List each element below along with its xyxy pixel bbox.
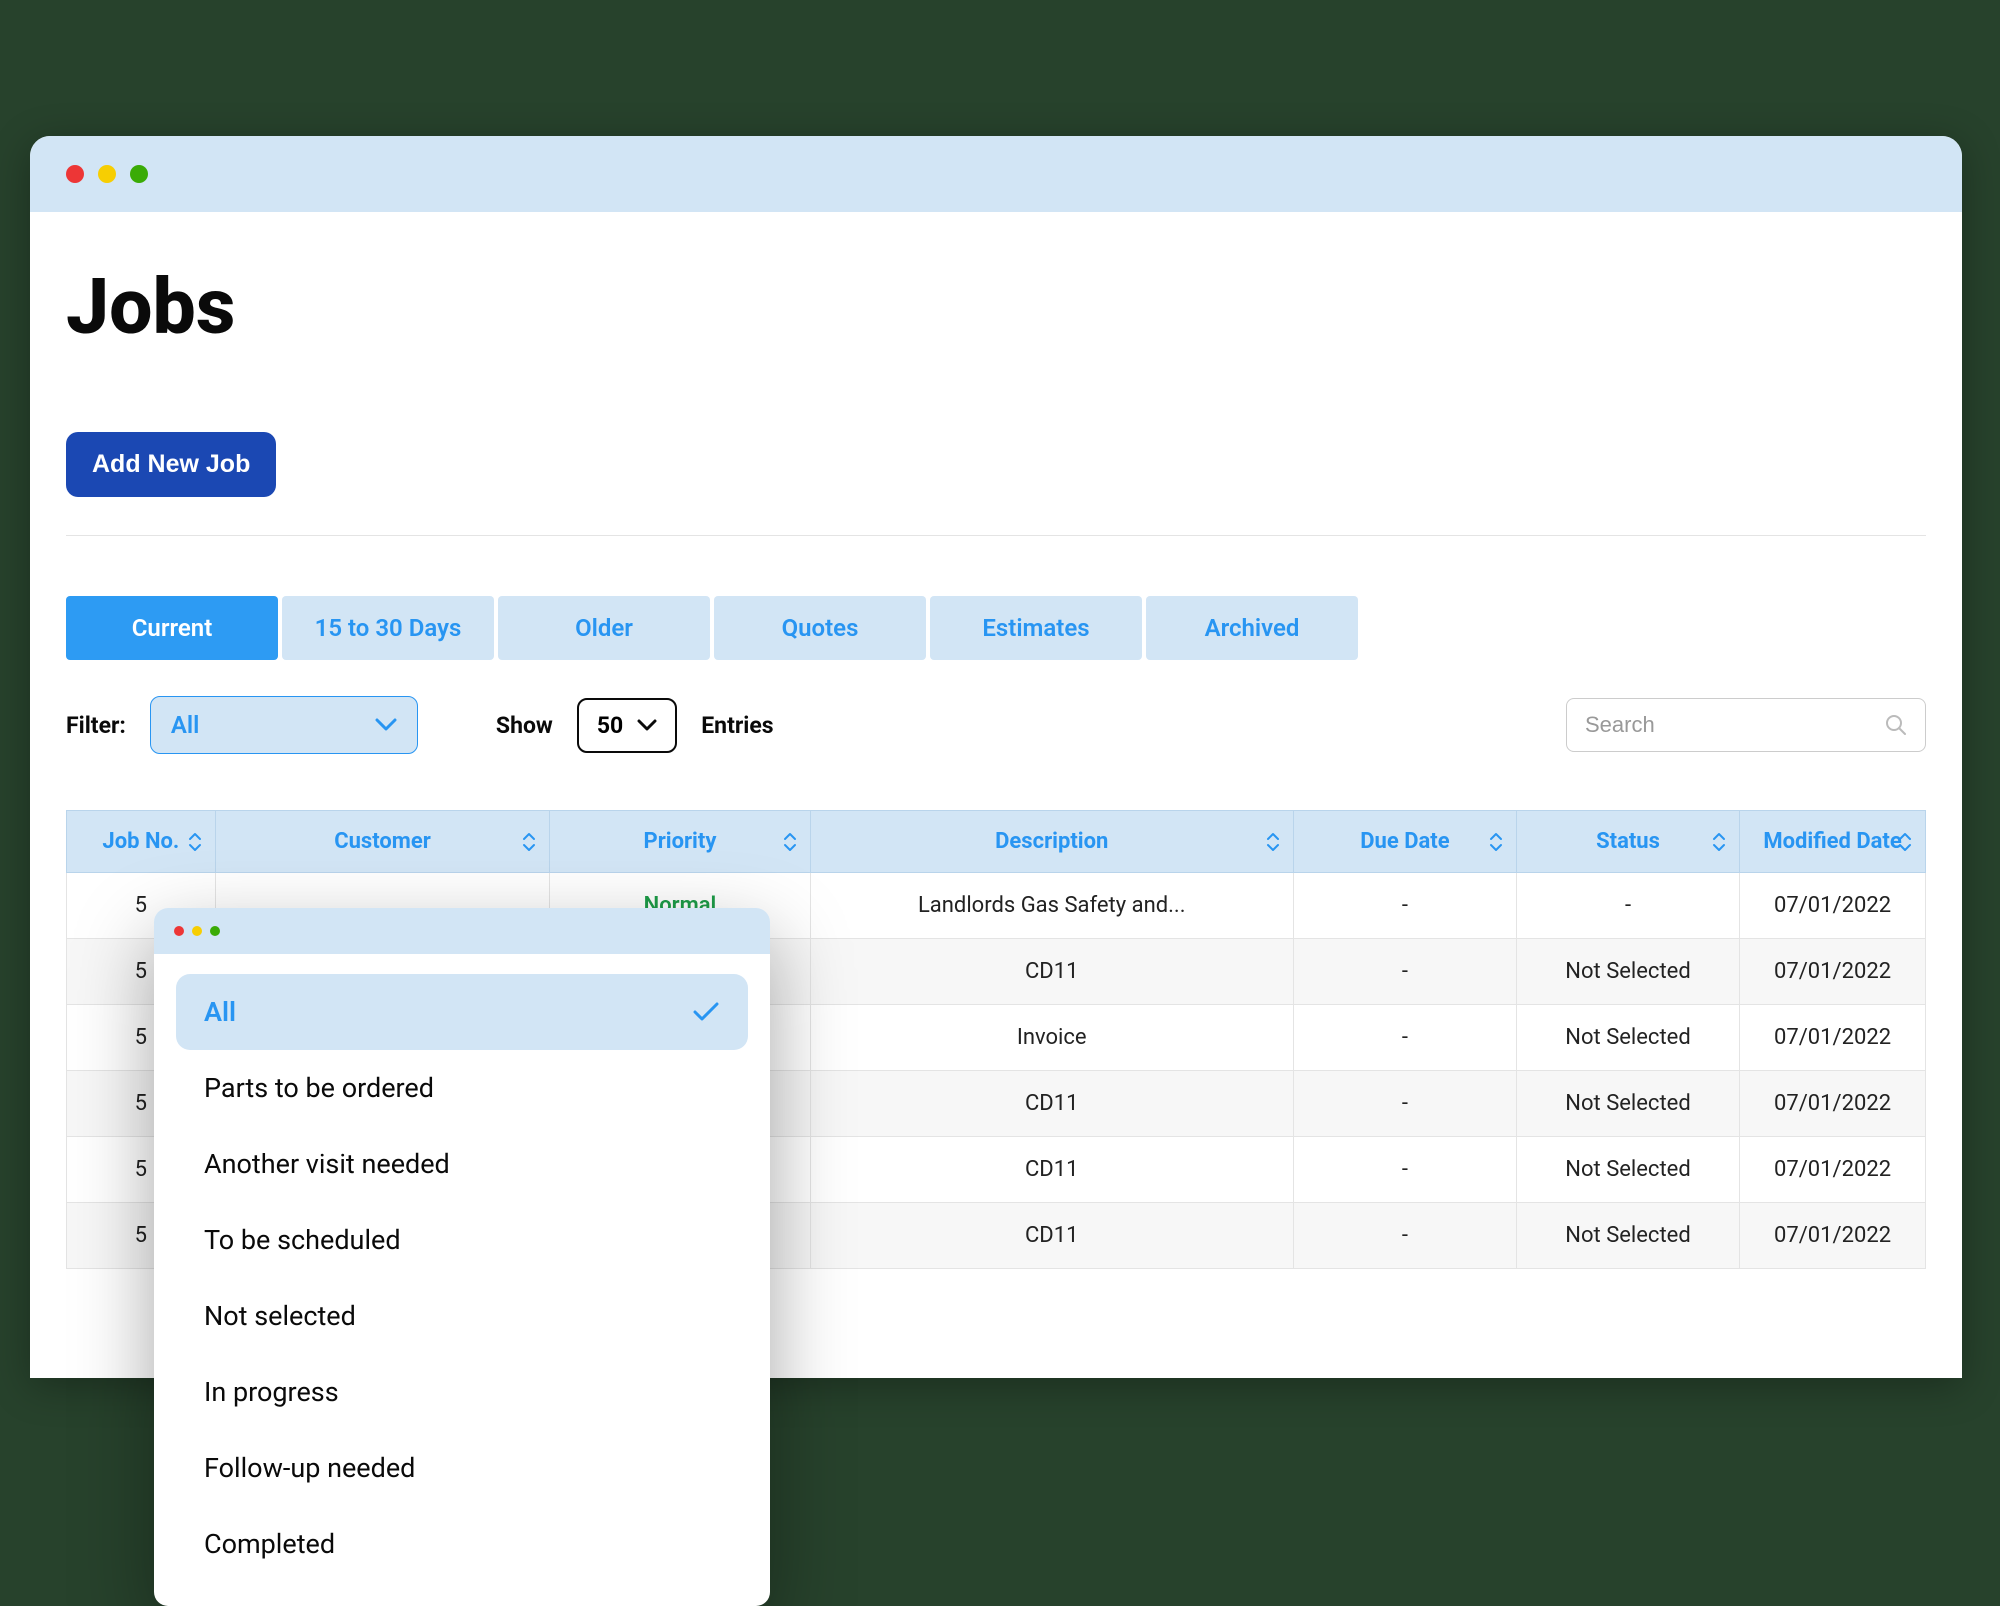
- search-icon: [1885, 714, 1907, 736]
- check-icon: [692, 1001, 720, 1023]
- cell: CD11: [810, 1071, 1293, 1137]
- column-due-date[interactable]: Due Date: [1293, 811, 1516, 873]
- cell: CD11: [810, 939, 1293, 1005]
- cell: 07/01/2022: [1740, 1005, 1926, 1071]
- popup-close-icon[interactable]: [174, 926, 184, 936]
- cell: -: [1293, 873, 1516, 939]
- cell: 07/01/2022: [1740, 1137, 1926, 1203]
- cell: 07/01/2022: [1740, 939, 1926, 1005]
- sort-icon: [1711, 831, 1727, 853]
- cell: 07/01/2022: [1740, 1071, 1926, 1137]
- tabs: Current15 to 30 DaysOlderQuotesEstimates…: [66, 596, 1926, 660]
- window-close-icon[interactable]: [66, 165, 84, 183]
- cell: 07/01/2022: [1740, 1203, 1926, 1269]
- sort-icon: [1488, 831, 1504, 853]
- cell: CD11: [810, 1203, 1293, 1269]
- sort-icon: [1897, 831, 1913, 853]
- column-status[interactable]: Status: [1516, 811, 1739, 873]
- window-minimize-icon[interactable]: [98, 165, 116, 183]
- cell: -: [1293, 1137, 1516, 1203]
- page-title: Jobs: [66, 262, 1926, 352]
- popup-maximize-icon[interactable]: [210, 926, 220, 936]
- filter-option-completed[interactable]: Completed: [176, 1506, 748, 1582]
- add-new-job-button[interactable]: Add New Job: [66, 432, 276, 497]
- chevron-down-icon: [375, 718, 397, 732]
- cell: -: [1516, 873, 1739, 939]
- filter-option-all[interactable]: All: [176, 974, 748, 1050]
- filter-dropdown[interactable]: All: [150, 696, 418, 754]
- cell: Not Selected: [1516, 1005, 1739, 1071]
- search-box[interactable]: [1566, 698, 1926, 752]
- column-priority[interactable]: Priority: [550, 811, 810, 873]
- column-customer[interactable]: Customer: [215, 811, 550, 873]
- sort-icon: [521, 831, 537, 853]
- filter-option-in-progress[interactable]: In progress: [176, 1354, 748, 1430]
- filter-option-to-be-scheduled[interactable]: To be scheduled: [176, 1202, 748, 1278]
- sort-icon: [187, 831, 203, 853]
- search-input[interactable]: [1585, 712, 1885, 738]
- tab-quotes[interactable]: Quotes: [714, 596, 926, 660]
- popup-titlebar: [154, 908, 770, 954]
- window-titlebar: [30, 136, 1962, 212]
- cell: Landlords Gas Safety and...: [810, 873, 1293, 939]
- sort-icon: [1265, 831, 1281, 853]
- filter-option-not-selected[interactable]: Not selected: [176, 1278, 748, 1354]
- cell: -: [1293, 1005, 1516, 1071]
- cell: Not Selected: [1516, 939, 1739, 1005]
- popup-minimize-icon[interactable]: [192, 926, 202, 936]
- tab-15-to-30-days[interactable]: 15 to 30 Days: [282, 596, 494, 660]
- filter-label: Filter:: [66, 712, 126, 739]
- cell: 07/01/2022: [1740, 873, 1926, 939]
- entries-dropdown[interactable]: 50: [577, 698, 677, 753]
- chevron-down-icon: [637, 719, 657, 732]
- entries-label: Entries: [701, 712, 773, 739]
- filter-option-follow-up-needed[interactable]: Follow-up needed: [176, 1430, 748, 1506]
- cell: -: [1293, 1203, 1516, 1269]
- cell: CD11: [810, 1137, 1293, 1203]
- cell: -: [1293, 939, 1516, 1005]
- cell: Not Selected: [1516, 1071, 1739, 1137]
- tab-older[interactable]: Older: [498, 596, 710, 660]
- cell: Not Selected: [1516, 1203, 1739, 1269]
- filter-option-parts-to-be-ordered[interactable]: Parts to be ordered: [176, 1050, 748, 1126]
- filter-option-another-visit-needed[interactable]: Another visit needed: [176, 1126, 748, 1202]
- entries-value: 50: [597, 712, 623, 739]
- cell: Invoice: [810, 1005, 1293, 1071]
- tab-current[interactable]: Current: [66, 596, 278, 660]
- popup-body: AllParts to be orderedAnother visit need…: [154, 954, 770, 1582]
- divider: [66, 535, 1926, 536]
- tab-archived[interactable]: Archived: [1146, 596, 1358, 660]
- show-label: Show: [496, 712, 553, 739]
- sort-icon: [782, 831, 798, 853]
- window-maximize-icon[interactable]: [130, 165, 148, 183]
- controls-row: Filter: All Show 50 Entries: [66, 696, 1926, 754]
- column-modified-date[interactable]: Modified Date: [1740, 811, 1926, 873]
- column-description[interactable]: Description: [810, 811, 1293, 873]
- tab-estimates[interactable]: Estimates: [930, 596, 1142, 660]
- column-job-no[interactable]: Job No.: [67, 811, 216, 873]
- filter-dropdown-popup: AllParts to be orderedAnother visit need…: [154, 908, 770, 1606]
- cell: Not Selected: [1516, 1137, 1739, 1203]
- filter-value: All: [171, 711, 200, 739]
- cell: -: [1293, 1071, 1516, 1137]
- app-window: Jobs Add New Job Current15 to 30 DaysOld…: [30, 136, 1962, 1378]
